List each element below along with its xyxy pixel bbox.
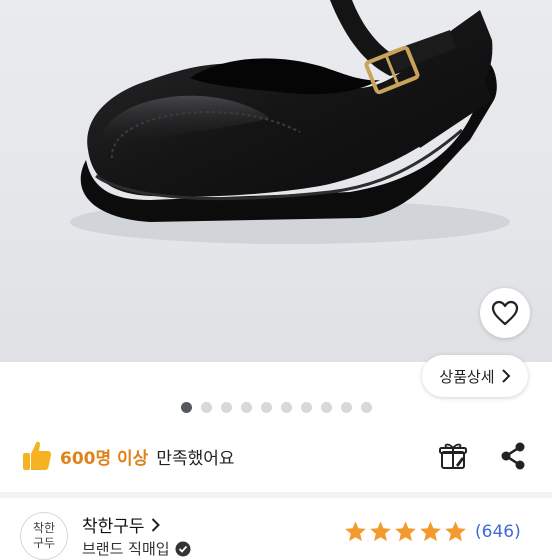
review-count[interactable]: (646) xyxy=(475,522,521,542)
chevron-right-icon xyxy=(501,369,511,383)
satisfaction-count: 600명 이상 xyxy=(60,448,149,469)
shop-avatar-line2: 구두 xyxy=(32,536,56,550)
carousel-indicator xyxy=(0,402,552,416)
carousel-dot[interactable] xyxy=(340,402,352,413)
carousel-dot[interactable] xyxy=(220,402,232,413)
star-icon xyxy=(345,521,366,542)
rating-summary[interactable]: (646) xyxy=(344,520,521,543)
shop-avatar-line1: 착한 xyxy=(32,521,56,535)
carousel-dot[interactable] xyxy=(320,402,332,413)
shoe-illustration xyxy=(70,0,510,244)
brand-badge-label: 브랜드 직매입 xyxy=(82,540,170,558)
shop-name-link[interactable]: 착한구두 xyxy=(82,512,160,537)
section-divider xyxy=(0,492,552,498)
chevron-right-icon xyxy=(151,517,160,532)
carousel-dot[interactable] xyxy=(280,402,292,413)
carousel-dot[interactable] xyxy=(240,402,252,413)
carousel-dot[interactable] xyxy=(200,402,212,413)
carousel-dot[interactable] xyxy=(260,402,272,413)
gift-button[interactable] xyxy=(438,441,468,471)
brand-badge: 브랜드 직매입 xyxy=(82,538,191,559)
share-icon xyxy=(501,442,525,470)
star-icon xyxy=(370,521,391,542)
shop-name: 착한구두 xyxy=(82,517,145,537)
star-icon xyxy=(445,521,466,542)
gift-icon xyxy=(439,443,467,469)
product-detail-button[interactable]: 상품상세 xyxy=(422,355,528,397)
verified-check-icon xyxy=(175,541,191,556)
carousel-dot[interactable] xyxy=(360,402,372,413)
share-button[interactable] xyxy=(497,440,529,472)
wishlist-button[interactable] xyxy=(480,288,530,338)
satisfaction-text: 만족했어요 xyxy=(156,448,235,469)
product-image[interactable] xyxy=(0,0,552,362)
thumbs-up-icon xyxy=(23,441,52,470)
shop-avatar[interactable]: 착한 구두 xyxy=(20,512,68,560)
star-icon xyxy=(420,521,441,542)
satisfaction-summary: 600명 이상 만족했어요 xyxy=(22,438,235,474)
product-detail-label: 상품상세 xyxy=(439,367,495,386)
star-icon xyxy=(395,521,416,542)
carousel-dot[interactable] xyxy=(180,402,192,413)
heart-outline-icon xyxy=(491,300,519,326)
carousel-dot[interactable] xyxy=(300,402,312,413)
